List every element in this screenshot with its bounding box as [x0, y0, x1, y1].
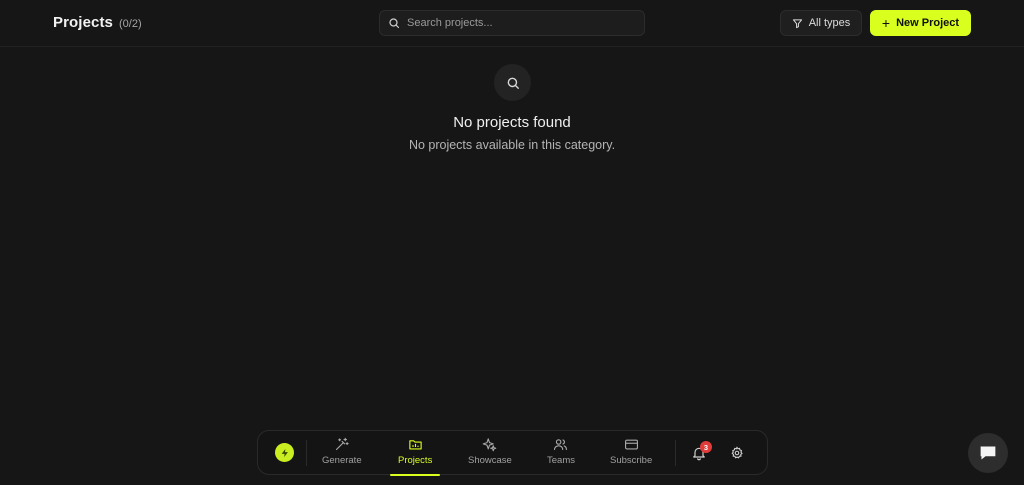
nav-item-showcase[interactable]: Showcase — [468, 437, 512, 474]
app-logo[interactable] — [275, 443, 294, 462]
search-icon — [507, 77, 519, 89]
search-box[interactable] — [379, 10, 645, 36]
chat-bubble-icon — [980, 446, 996, 460]
nav-item-projects[interactable]: Projects — [389, 437, 441, 476]
notification-badge: 3 — [700, 441, 712, 453]
nav-label-subscribe: Subscribe — [610, 455, 653, 466]
title-group: Projects (0/2) — [53, 14, 142, 31]
credit-card-icon — [624, 439, 638, 450]
filter-icon — [792, 18, 802, 28]
type-filter-button[interactable]: All types — [780, 10, 862, 36]
chat-support-button[interactable] — [968, 433, 1008, 473]
empty-search-icon — [494, 64, 531, 101]
nav-item-generate[interactable]: Generate — [322, 437, 362, 474]
lightning-icon — [281, 448, 288, 457]
divider — [675, 440, 676, 466]
folder-icon — [408, 440, 422, 450]
search-icon — [389, 18, 400, 29]
nav-item-subscribe[interactable]: Subscribe — [610, 437, 652, 474]
nav-item-teams[interactable]: Teams — [547, 437, 575, 474]
empty-state-subtitle: No projects available in this category. — [408, 138, 616, 152]
project-count: (0/2) — [119, 18, 142, 30]
empty-state-title: No projects found — [453, 114, 571, 131]
divider — [306, 440, 307, 466]
nav-label-teams: Teams — [547, 455, 575, 466]
new-project-label: New Project — [896, 17, 960, 29]
nav-label-projects: Projects — [398, 455, 433, 466]
magic-wand-icon — [336, 437, 349, 451]
nav-label-showcase: Showcase — [468, 455, 512, 466]
app-root: Projects (0/2) All types + New Project N… — [0, 0, 1024, 485]
bottom-nav-dock: Generate Projects Showcase Teams Subscri… — [257, 430, 768, 476]
nav-label-generate: Generate — [322, 455, 362, 466]
search-input[interactable] — [407, 17, 627, 29]
sparkles-icon — [483, 438, 497, 452]
header: Projects (0/2) All types + New Project — [0, 0, 1024, 47]
filter-label: All types — [808, 17, 851, 29]
plus-icon: + — [881, 14, 891, 31]
gear-icon[interactable] — [730, 446, 744, 460]
page-title: Projects — [53, 14, 113, 31]
users-icon — [554, 439, 568, 451]
new-project-button[interactable]: + New Project — [870, 10, 971, 36]
